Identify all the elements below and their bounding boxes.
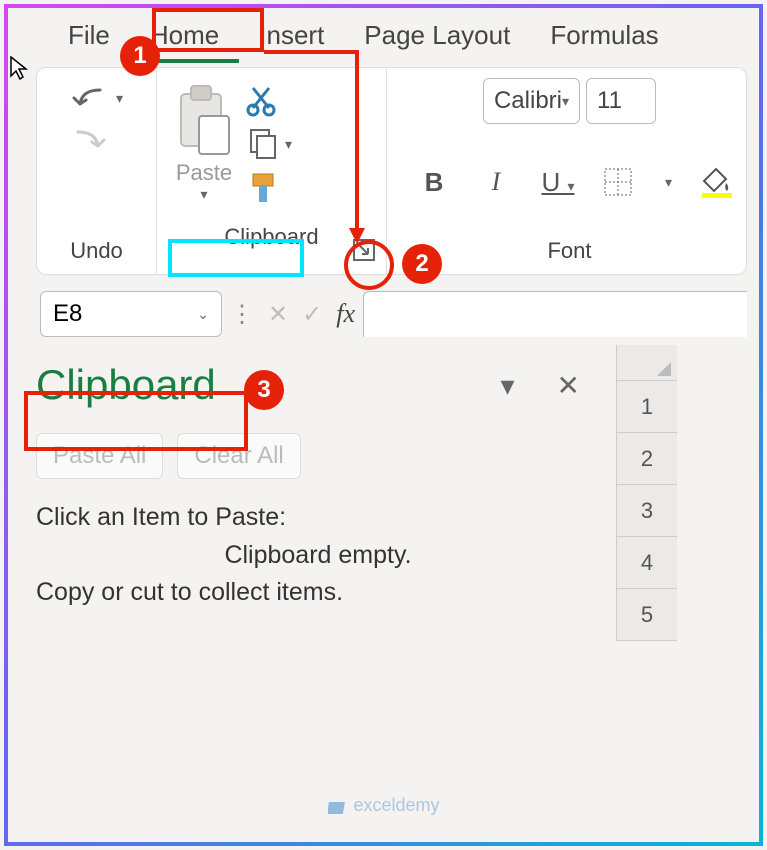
font-size-select[interactable]: 11 xyxy=(586,78,656,124)
watermark: exceldemy xyxy=(327,795,439,816)
row-header[interactable]: 3 xyxy=(617,485,677,537)
tab-home[interactable]: Home xyxy=(130,14,239,63)
ribbon: ▾ Undo Paste ▾ xyxy=(36,67,747,275)
pane-empty-1: Clipboard empty. xyxy=(36,537,600,575)
cut-button[interactable] xyxy=(245,82,292,118)
row-header[interactable]: 5 xyxy=(617,589,677,641)
undo-button[interactable]: ▾ xyxy=(70,82,123,114)
redo-button[interactable] xyxy=(70,124,123,156)
enter-formula-icon[interactable]: ✓ xyxy=(302,300,322,329)
italic-button[interactable]: I xyxy=(479,167,513,197)
group-label-font: Font xyxy=(397,234,742,264)
clipboard-dialog-launcher[interactable] xyxy=(352,238,378,264)
format-painter-button[interactable] xyxy=(245,170,292,206)
pane-title: Clipboard xyxy=(36,361,216,409)
chevron-down-icon: ▾ xyxy=(562,93,569,110)
pane-options-icon[interactable]: ▾ xyxy=(500,369,514,402)
paste-all-button[interactable]: Paste All xyxy=(36,433,163,479)
pane-close-icon[interactable]: ✕ xyxy=(557,369,580,402)
underline-button[interactable]: U ▾ xyxy=(541,167,575,198)
cancel-formula-icon[interactable]: ✕ xyxy=(268,300,288,329)
chevron-down-icon: ▾ xyxy=(285,136,292,153)
tab-file[interactable]: File xyxy=(48,14,130,63)
clear-all-button[interactable]: Clear All xyxy=(177,433,300,479)
chevron-down-icon: ⌄ xyxy=(197,306,209,323)
tab-page-layout[interactable]: Page Layout xyxy=(344,14,530,63)
chevron-down-icon: ▾ xyxy=(116,90,123,107)
group-label-clipboard: Clipboard xyxy=(224,220,318,250)
row-header[interactable]: 1 xyxy=(617,381,677,433)
name-box[interactable]: E8 ⌄ xyxy=(40,291,222,337)
group-label-undo: Undo xyxy=(70,234,123,264)
row-header[interactable]: 2 xyxy=(617,433,677,485)
select-all-corner[interactable] xyxy=(617,345,677,381)
formula-bar[interactable] xyxy=(363,291,747,337)
row-header[interactable]: 4 xyxy=(617,537,677,589)
chevron-down-icon: ▾ xyxy=(665,174,672,191)
bold-button[interactable]: B xyxy=(417,167,451,198)
row-headers: 1 2 3 4 5 xyxy=(616,345,677,641)
fill-color-button[interactable] xyxy=(700,165,734,199)
font-name-select[interactable]: Calibri ▾ xyxy=(483,78,580,124)
tab-insert[interactable]: Insert xyxy=(239,14,344,63)
pane-empty-2: Copy or cut to collect items. xyxy=(36,574,600,612)
pane-hint: Click an Item to Paste: xyxy=(36,499,600,537)
ribbon-tabs: File Home Insert Page Layout Formulas xyxy=(8,8,759,63)
copy-button[interactable]: ▾ xyxy=(245,126,292,162)
insert-function-button[interactable]: fx xyxy=(336,299,355,329)
clipboard-task-pane: Clipboard ▾ ✕ Paste All Clear All Click … xyxy=(8,345,616,641)
more-icon[interactable]: ⋮ xyxy=(230,300,254,329)
chevron-down-icon: ▾ xyxy=(200,186,207,203)
paste-button[interactable]: Paste ▾ xyxy=(169,76,239,206)
tab-formulas[interactable]: Formulas xyxy=(530,14,678,63)
borders-button[interactable] xyxy=(603,167,637,197)
